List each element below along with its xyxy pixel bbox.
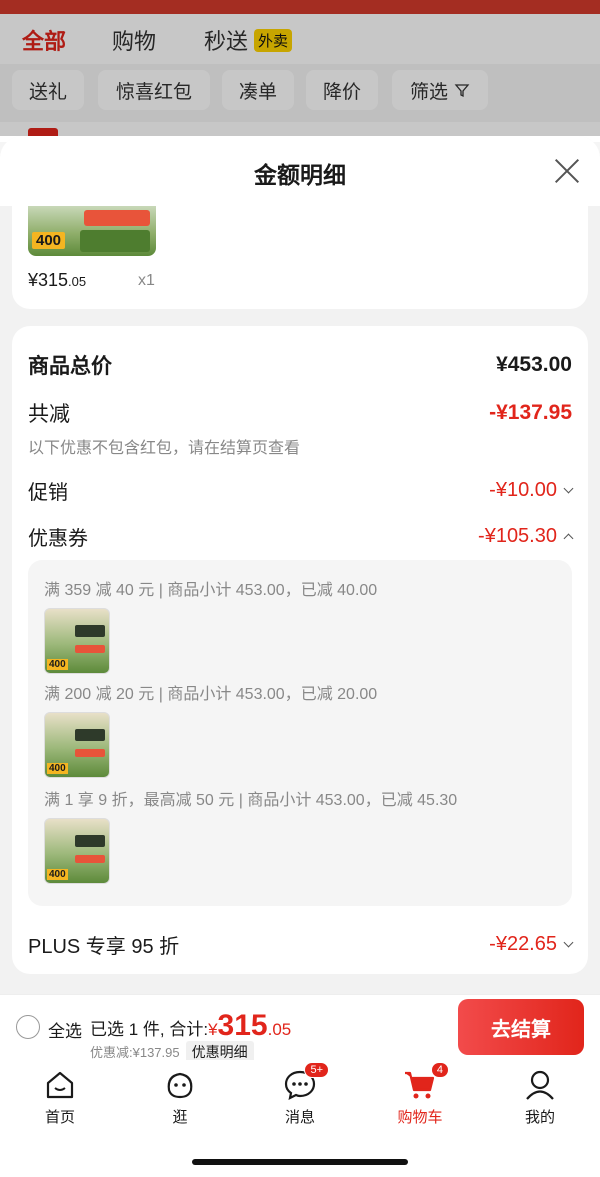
select-all-label[interactable]: 全选 [48, 1017, 82, 1042]
tab-messages[interactable]: 5+ 消息 [260, 1062, 340, 1127]
total-value: ¥453.00 [496, 353, 572, 376]
thumb-tag-secondary [80, 230, 150, 252]
checkout-button[interactable]: 去结算 [458, 999, 584, 1055]
thumb-tag [84, 210, 150, 226]
thumb-badge: 400 [47, 659, 68, 670]
message-badge: 5+ [304, 1062, 329, 1078]
tab-home[interactable]: 首页 [20, 1068, 100, 1127]
home-icon [43, 1068, 77, 1102]
home-indicator [192, 1159, 408, 1165]
cart-badge: 4 [430, 1062, 449, 1078]
product-quantity: x1 [138, 272, 155, 289]
promotion-value: -¥10.00 [489, 479, 574, 502]
amount-detail-sheet: 金额明细 400 ¥315.05 x1 商品总价 ¥453.00 共减 -¥13… [0, 136, 600, 994]
plus-value: -¥22.65 [489, 933, 574, 956]
cart-icon: 4 [403, 1062, 449, 1102]
thumb-badge: 400 [47, 763, 68, 774]
product-price-int: ¥315 [28, 270, 69, 290]
chevron-up-icon [563, 533, 574, 544]
tab-cart-label: 购物车 [397, 1109, 443, 1126]
reduction-row: 共减 -¥137.95 [28, 398, 572, 428]
thumb-badge: 400 [47, 869, 68, 880]
thumb-price-block [75, 645, 105, 653]
coupon-item-text: 满 1 享 9 折，最高减 50 元 | 商品小计 453.00，已减 45.3… [44, 792, 458, 809]
message-icon: 5+ [283, 1062, 329, 1102]
profile-icon [523, 1068, 557, 1102]
coupon-list: 满 359 减 40 元 | 商品小计 453.00，已减 40.00 400 … [28, 560, 572, 906]
total-row: 商品总价 ¥453.00 [28, 350, 572, 380]
thumb-badge: 400 [32, 232, 66, 249]
selected-count-text: 已选 1 件, 合计: [90, 1020, 209, 1039]
checkout-bar: 全选 已选 1 件, 合计:¥315.05 优惠减:¥137.95 优惠明细 去结… [0, 994, 600, 1063]
chevron-down-icon [563, 483, 574, 494]
promotion-label: 促销 [28, 482, 68, 504]
coupon-product-thumbnail[interactable]: 400 [44, 608, 110, 674]
plus-row[interactable]: PLUS 专享 95 折 -¥22.65 [28, 930, 574, 959]
thumb-price-block [75, 855, 105, 863]
select-all-radio[interactable] [16, 1015, 40, 1039]
coupon-amount: -¥105.30 [478, 525, 557, 547]
total-summary: 已选 1 件, 合计:¥315.05 [90, 1009, 291, 1043]
coupon-row[interactable]: 优惠券 -¥105.30 [28, 522, 574, 551]
plus-amount: -¥22.65 [489, 933, 557, 955]
sheet-header: 金额明细 [0, 136, 600, 206]
total-amount-int: 315 [217, 1009, 268, 1042]
thumb-price-block [75, 749, 105, 757]
chevron-down-icon [563, 937, 574, 948]
product-price-dec: .05 [68, 274, 87, 289]
coupon-value: -¥105.30 [478, 525, 574, 548]
thumb-label-block [75, 835, 105, 847]
reduction-value: -¥137.95 [489, 401, 572, 424]
currency-symbol: ¥ [208, 1020, 218, 1039]
plus-label: PLUS 专享 95 折 [28, 936, 180, 958]
tab-messages-label: 消息 [284, 1109, 315, 1126]
product-thumbnail[interactable]: 400 [28, 206, 156, 256]
thumb-label-block [75, 625, 105, 637]
product-card: 400 ¥315.05 x1 [12, 206, 588, 309]
discount-text: 优惠减:¥137.95 [90, 1045, 180, 1060]
coupon-item-text: 满 359 减 40 元 | 商品小计 453.00，已减 40.00 [44, 582, 378, 599]
thumb-label-block [75, 729, 105, 741]
promotion-amount: -¥10.00 [489, 479, 557, 501]
promotion-row[interactable]: 促销 -¥10.00 [28, 476, 574, 505]
browse-icon [163, 1068, 197, 1102]
modal-overlay[interactable] [0, 0, 600, 136]
tab-profile[interactable]: 我的 [500, 1068, 580, 1127]
reduction-note: 以下优惠不包含红包，请在结算页查看 [28, 440, 301, 457]
product-price: ¥315.05 [28, 270, 86, 291]
sheet-title: 金额明细 [254, 162, 346, 188]
total-label: 商品总价 [28, 355, 112, 378]
tab-cart[interactable]: 4 购物车 [380, 1062, 460, 1127]
coupon-label: 优惠券 [28, 528, 88, 550]
tab-home-label: 首页 [44, 1109, 75, 1126]
close-icon[interactable] [554, 158, 580, 184]
coupon-product-thumbnail[interactable]: 400 [44, 712, 110, 778]
tab-browse[interactable]: 逛 [140, 1068, 220, 1127]
price-detail-card: 商品总价 ¥453.00 共减 -¥137.95 以下优惠不包含红包，请在结算页… [12, 326, 588, 974]
coupon-item-text: 满 200 减 20 元 | 商品小计 453.00，已减 20.00 [44, 686, 378, 703]
coupon-product-thumbnail[interactable]: 400 [44, 818, 110, 884]
tab-browse-label: 逛 [172, 1109, 188, 1126]
total-amount-dec: .05 [267, 1020, 292, 1039]
reduction-label: 共减 [28, 403, 70, 426]
tab-profile-label: 我的 [524, 1109, 555, 1126]
